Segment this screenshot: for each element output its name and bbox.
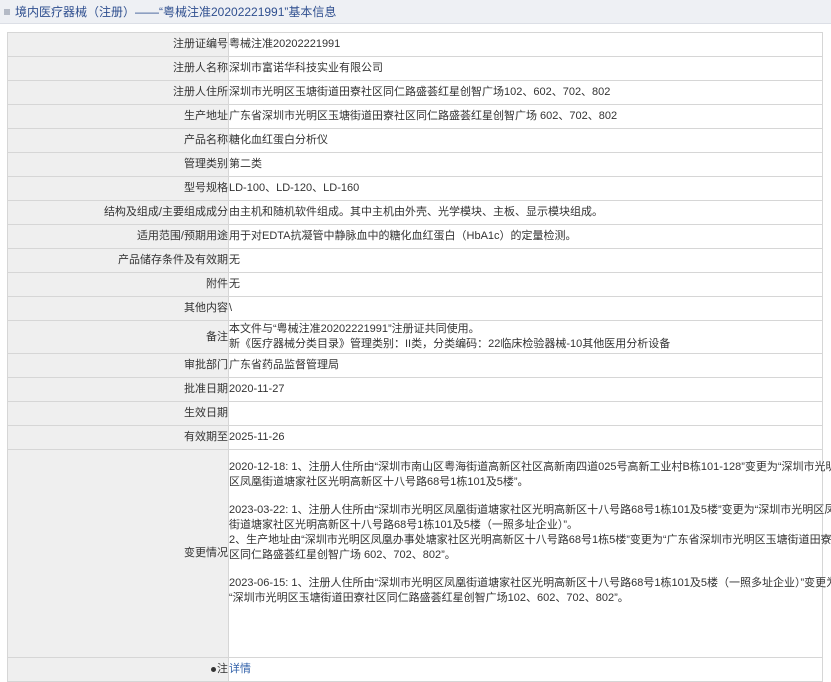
label-category: 管理类别 — [7, 152, 229, 177]
row-approval-dept: 审批部门 广东省药品监督管理局 — [7, 353, 823, 378]
label-reg-address: 注册人住所 — [7, 80, 229, 105]
row-remark: 备注 本文件与“粤械注准20202221991”注册证共同使用。 新《医疗器械分… — [7, 320, 823, 354]
change-line: 区凤凰街道塘家社区光明高新区十八号路68号1栋101及5楼”。 — [229, 476, 529, 488]
details-link[interactable]: 详情 — [229, 663, 251, 675]
value-category: 第二类 — [228, 152, 823, 177]
change-line: “深圳市光明区玉塘街道田寮社区同仁路盛荟红星创智广场102、602、702、80… — [229, 592, 629, 604]
value-structure: 由主机和随机软件组成。其中主机由外壳、光学模块、主板、显示模块组成。 — [228, 200, 823, 225]
remark-line-1: 本文件与“粤械注准20202221991”注册证共同使用。 — [229, 323, 480, 335]
label-prod-address: 生产地址 — [7, 104, 229, 129]
value-model: LD-100、LD-120、LD-160 — [228, 176, 823, 201]
label-remark: 备注 — [7, 320, 229, 354]
value-note: 详情 — [228, 657, 823, 682]
label-note: 注 — [7, 657, 229, 682]
square-bullet-icon — [4, 8, 10, 15]
value-approval-date: 2020-11-27 — [228, 377, 823, 402]
value-product-name: 糖化血红蛋白分析仪 — [228, 128, 823, 153]
value-storage: 无 — [228, 248, 823, 273]
value-valid-until: 2025-11-26 — [228, 425, 823, 450]
row-registrant: 注册人名称 深圳市富诺华科技实业有限公司 — [7, 56, 823, 81]
label-scope: 适用范围/预期用途 — [7, 224, 229, 249]
dot-icon — [211, 666, 216, 672]
row-reg-no: 注册证编号 粤械注准20202221991 — [7, 32, 823, 57]
change-line: 2023-03-22: 1、注册人住所由“深圳市光明区凤凰街道塘家社区光明高新区… — [229, 504, 831, 516]
row-category: 管理类别 第二类 — [7, 152, 823, 177]
change-entry: 2023-06-15: 1、注册人住所由“深圳市光明区凤凰街道塘家社区光明高新区… — [229, 576, 831, 606]
label-product-name: 产品名称 — [7, 128, 229, 153]
row-effective-date: 生效日期 — [7, 401, 823, 426]
row-note: 注 详情 — [7, 657, 823, 682]
value-reg-address: 深圳市光明区玉塘街道田寮社区同仁路盛荟红星创智广场102、602、702、802 — [228, 80, 823, 105]
page-title: 境内医疗器械（注册）——“粤械注准20202221991”基本信息 — [15, 5, 337, 19]
row-storage: 产品储存条件及有效期 无 — [7, 248, 823, 273]
label-changes: 变更情况 — [7, 449, 229, 658]
row-reg-address: 注册人住所 深圳市光明区玉塘街道田寮社区同仁路盛荟红星创智广场102、602、7… — [7, 80, 823, 105]
label-registrant: 注册人名称 — [7, 56, 229, 81]
change-entry: 2020-12-18: 1、注册人住所由“深圳市南山区粤海街道高新区社区高新南四… — [229, 460, 831, 490]
value-prod-address: 广东省深圳市光明区玉塘街道田寮社区同仁路盛荟红星创智广场 602、702、802 — [228, 104, 823, 129]
row-structure: 结构及组成/主要组成成分 由主机和随机软件组成。其中主机由外壳、光学模块、主板、… — [7, 200, 823, 225]
row-changes: 变更情况 2020-12-18: 1、注册人住所由“深圳市南山区粤海街道高新区社… — [7, 449, 831, 658]
value-other: \ — [228, 296, 823, 321]
label-approval-dept: 审批部门 — [7, 353, 229, 378]
change-line: 2020-12-18: 1、注册人住所由“深圳市南山区粤海街道高新区社区高新南四… — [229, 461, 831, 473]
label-other: 其他内容 — [7, 296, 229, 321]
row-attachment: 附件 无 — [7, 272, 823, 297]
label-storage: 产品储存条件及有效期 — [7, 248, 229, 273]
change-line: 2023-06-15: 1、注册人住所由“深圳市光明区凤凰街道塘家社区光明高新区… — [229, 577, 831, 589]
label-reg-no: 注册证编号 — [7, 32, 229, 57]
change-line: 街道塘家社区光明高新区十八号路68号1栋101及5楼（一照多址企业）”。 — [229, 519, 578, 531]
change-line: 区同仁路盛荟红星创智广场 602、702、802”。 — [229, 549, 456, 561]
label-attachment: 附件 — [7, 272, 229, 297]
info-table: 注册证编号 粤械注准20202221991 注册人名称 深圳市富诺华科技实业有限… — [7, 32, 831, 682]
value-attachment: 无 — [228, 272, 823, 297]
value-approval-dept: 广东省药品监督管理局 — [228, 353, 823, 378]
value-remark: 本文件与“粤械注准20202221991”注册证共同使用。 新《医疗器械分类目录… — [228, 320, 823, 354]
value-scope: 用于对EDTA抗凝管中静脉血中的糖化血红蛋白（HbA1c）的定量检测。 — [228, 224, 823, 249]
label-note-text: 注 — [217, 663, 228, 675]
page-header: 境内医疗器械（注册）——“粤械注准20202221991”基本信息 — [0, 0, 831, 24]
value-effective-date — [228, 401, 823, 426]
value-registrant: 深圳市富诺华科技实业有限公司 — [228, 56, 823, 81]
label-approval-date: 批准日期 — [7, 377, 229, 402]
label-valid-until: 有效期至 — [7, 425, 229, 450]
label-model: 型号规格 — [7, 176, 229, 201]
row-model: 型号规格 LD-100、LD-120、LD-160 — [7, 176, 823, 201]
row-prod-address: 生产地址 广东省深圳市光明区玉塘街道田寮社区同仁路盛荟红星创智广场 602、70… — [7, 104, 823, 129]
label-structure: 结构及组成/主要组成成分 — [7, 200, 229, 225]
label-effective-date: 生效日期 — [7, 401, 229, 426]
row-valid-until: 有效期至 2025-11-26 — [7, 425, 823, 450]
row-approval-date: 批准日期 2020-11-27 — [7, 377, 823, 402]
row-product-name: 产品名称 糖化血红蛋白分析仪 — [7, 128, 823, 153]
value-changes: 2020-12-18: 1、注册人住所由“深圳市南山区粤海街道高新区社区高新南四… — [228, 449, 831, 658]
remark-line-2: 新《医疗器械分类目录》管理类别：II类，分类编码：22临床检验器械-10其他医用… — [229, 338, 671, 350]
row-scope: 适用范围/预期用途 用于对EDTA抗凝管中静脉血中的糖化血红蛋白（HbA1c）的… — [7, 224, 823, 249]
change-line: 2、生产地址由“深圳市光明区凤凰办事处塘家社区光明高新区十八号路68号1栋5楼”… — [229, 534, 831, 546]
change-entry: 2023-03-22: 1、注册人住所由“深圳市光明区凤凰街道塘家社区光明高新区… — [229, 503, 831, 563]
value-reg-no: 粤械注准20202221991 — [228, 32, 823, 57]
row-other: 其他内容 \ — [7, 296, 823, 321]
